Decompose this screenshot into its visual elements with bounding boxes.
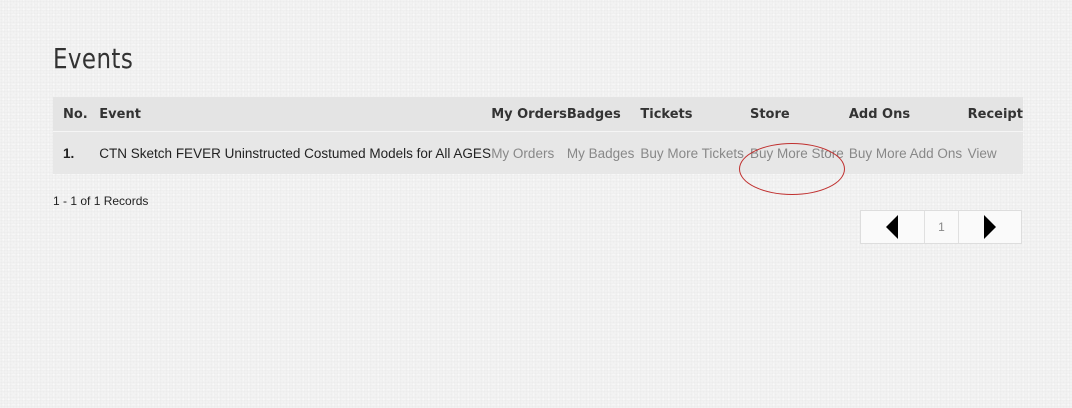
my-badges-link[interactable]: My Badges (566, 131, 641, 174)
header-receipt: Receipt (967, 97, 1023, 132)
header-my-orders: My Orders (491, 97, 567, 132)
buy-more-tickets-link[interactable]: Buy More Tickets (640, 131, 750, 174)
page-title: Events (53, 42, 134, 75)
next-page-button[interactable] (958, 211, 1021, 243)
events-table: No. Event My Orders Badges Tickets Store… (53, 97, 1023, 195)
header-badges: Badges (566, 97, 641, 132)
header-event: Event (99, 97, 492, 132)
page-number[interactable]: 1 (923, 211, 959, 243)
header-add-ons: Add Ons (848, 97, 968, 132)
table-header-row: No. Event My Orders Badges Tickets Store… (53, 97, 1023, 132)
prev-page-button[interactable] (861, 211, 924, 243)
buy-more-add-ons-link[interactable]: Buy More Add Ons (848, 131, 968, 174)
view-receipt-link[interactable]: View (967, 131, 1023, 174)
header-store: Store (749, 97, 849, 132)
header-tickets: Tickets (640, 97, 750, 132)
caret-right-icon (984, 215, 997, 239)
events-page: Events No. Event My Orders Badges Ticket… (0, 0, 1072, 408)
header-no: No. (53, 97, 100, 132)
event-name: CTN Sketch FEVER Uninstructed Costumed M… (99, 131, 492, 174)
table-row: 1. CTN Sketch FEVER Uninstructed Costume… (53, 131, 1023, 195)
view-receipt-link-label[interactable]: View (968, 146, 997, 161)
buy-more-store-text[interactable]: Buy More Store (750, 146, 844, 161)
my-badges-link-label[interactable]: My Badges (567, 146, 635, 161)
caret-left-icon (886, 215, 899, 239)
buy-more-add-ons-link-label[interactable]: Buy More Add Ons (849, 146, 962, 161)
row-number: 1. (53, 131, 100, 174)
buy-more-tickets-link-label[interactable]: Buy More Tickets (640, 146, 744, 161)
my-orders-link-label[interactable]: My Orders (491, 146, 554, 161)
buy-more-store-link-label[interactable]: Buy More Store (738, 142, 845, 195)
pagination: 1 (860, 210, 1022, 244)
records-count: 1 - 1 of 1 Records (53, 194, 149, 208)
buy-more-store-link[interactable]: Buy More Store (738, 131, 849, 195)
my-orders-link[interactable]: My Orders (491, 131, 567, 174)
